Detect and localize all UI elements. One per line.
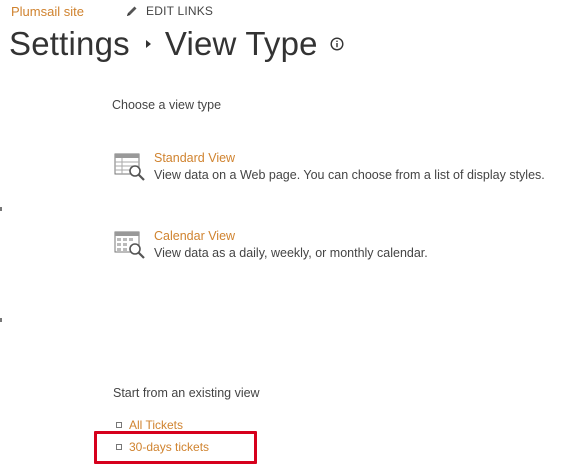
edit-links-label: EDIT LINKS	[146, 4, 214, 18]
highlight-annotation-box	[94, 431, 257, 464]
standard-view-icon	[114, 153, 145, 181]
edge-artifact	[0, 318, 2, 322]
edit-links-button[interactable]: EDIT LINKS	[126, 4, 213, 18]
standard-view-link[interactable]: Standard View	[154, 150, 545, 166]
view-type-page: Plumsail site EDIT LINKS Settings View T…	[0, 0, 588, 471]
calendar-view-icon	[114, 231, 145, 259]
breadcrumb-settings[interactable]: Settings	[9, 25, 130, 63]
calendar-view-link[interactable]: Calendar View	[154, 228, 428, 244]
pencil-icon	[127, 6, 137, 16]
existing-view-heading: Start from an existing view	[113, 386, 260, 400]
edge-artifact	[0, 207, 2, 211]
bullet-icon	[116, 422, 122, 428]
site-title-link[interactable]: Plumsail site	[11, 4, 84, 19]
info-icon[interactable]	[330, 37, 344, 51]
breadcrumb-current: View Type	[164, 25, 318, 62]
standard-view-option[interactable]: Standard View View data on a Web page. Y…	[114, 150, 545, 183]
calendar-view-option[interactable]: Calendar View View data as a daily, week…	[114, 228, 428, 261]
breadcrumb-separator-icon	[145, 40, 151, 48]
existing-view-all-tickets-link[interactable]: All Tickets	[129, 418, 183, 432]
calendar-view-description: View data as a daily, weekly, or monthly…	[154, 246, 428, 260]
standard-view-description: View data on a Web page. You can choose …	[154, 168, 545, 182]
choose-view-type-heading: Choose a view type	[112, 98, 222, 112]
page-title: Settings View Type	[9, 25, 344, 63]
